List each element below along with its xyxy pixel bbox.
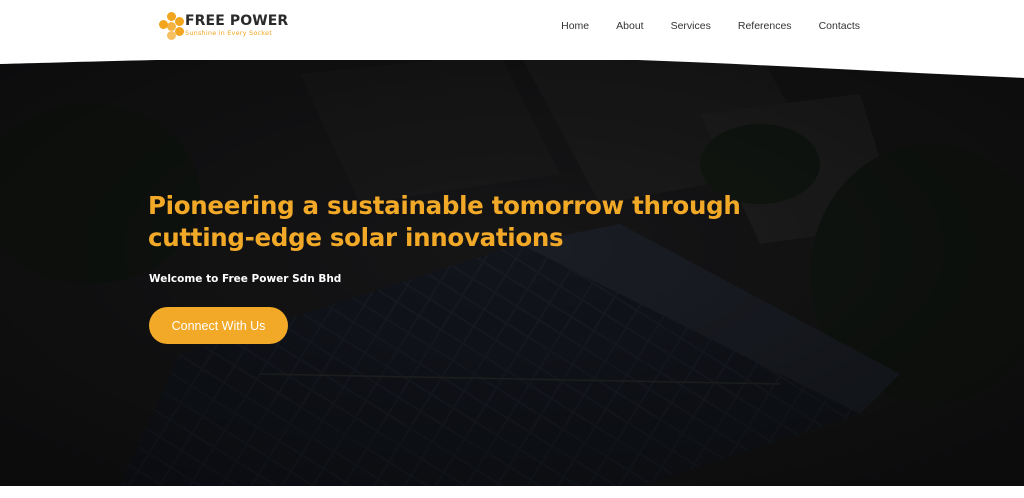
connect-with-us-button[interactable]: Connect With Us xyxy=(149,307,288,344)
site-header: FREE POWER Sunshine in Every Socket Home… xyxy=(0,0,1024,60)
nav-services[interactable]: Services xyxy=(671,20,711,32)
main-nav: Home About Services References Contacts xyxy=(561,20,860,32)
brand-name: FREE POWER xyxy=(185,13,289,29)
nav-home[interactable]: Home xyxy=(561,20,589,32)
hero-title: Pioneering a sustainable tomorrow throug… xyxy=(148,191,741,252)
brand-tagline: Sunshine in Every Socket xyxy=(185,29,272,37)
honeycomb-dots-logo-icon xyxy=(158,12,184,40)
page-bottom-strip xyxy=(0,486,1024,498)
hero-subtitle: Welcome to Free Power Sdn Bhd xyxy=(149,273,342,285)
hero-section: Pioneering a sustainable tomorrow throug… xyxy=(0,54,1024,486)
nav-contacts[interactable]: Contacts xyxy=(819,20,860,32)
nav-references[interactable]: References xyxy=(738,20,792,32)
solar-roof-background-image xyxy=(0,54,1024,486)
brand-logo[interactable]: FREE POWER Sunshine in Every Socket xyxy=(158,12,288,40)
nav-about[interactable]: About xyxy=(616,20,643,32)
